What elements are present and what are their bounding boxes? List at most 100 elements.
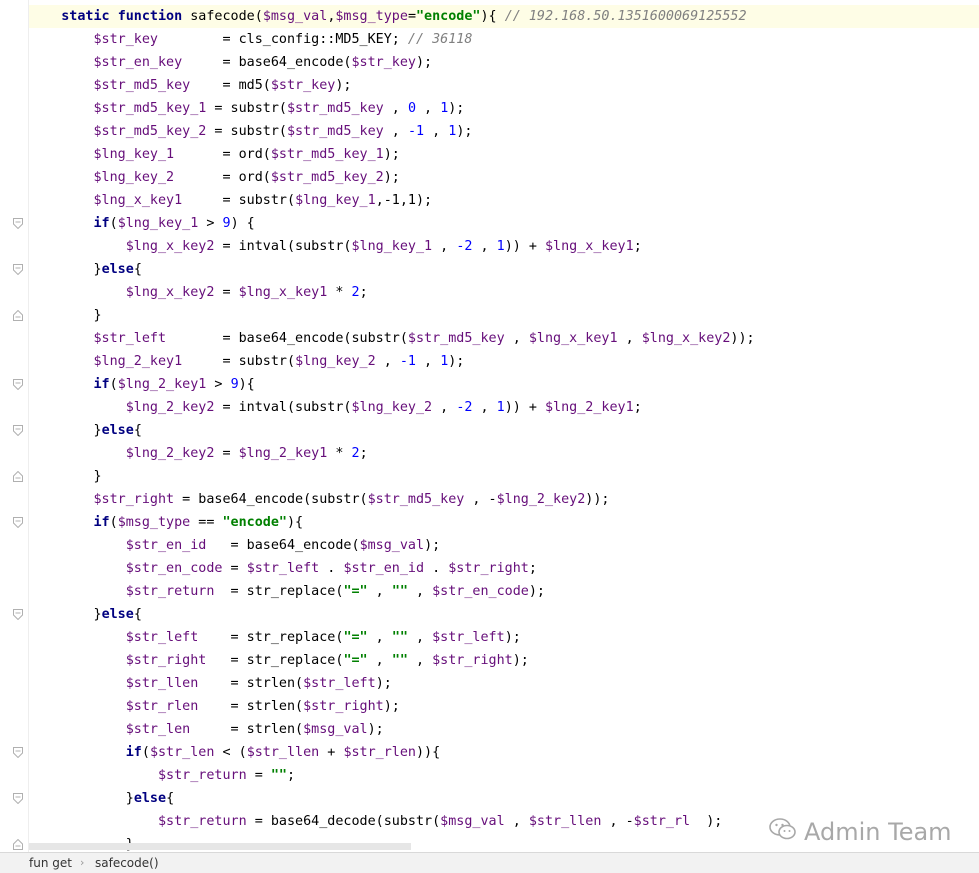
code-token: );: [367, 722, 384, 737]
code-token: = intval(substr(: [214, 239, 352, 254]
fold-open-icon[interactable]: [13, 218, 23, 229]
code-line[interactable]: $lng_x_key2 = $lng_x_key1 * 2;: [29, 281, 979, 304]
code-token: $str_md5_key: [367, 492, 465, 507]
code-token: );: [335, 78, 352, 93]
horizontal-scrollbar[interactable]: [29, 843, 411, 850]
code-area[interactable]: static function safecode($msg_val,$msg_t…: [29, 5, 979, 852]
code-line[interactable]: static function safecode($msg_val,$msg_t…: [29, 5, 979, 28]
code-token: $str_len: [149, 745, 215, 760]
fold-open-icon[interactable]: [13, 793, 23, 804]
code-line[interactable]: $lng_2_key2 = intval(substr($lng_key_2 ,…: [29, 396, 979, 419]
code-line[interactable]: $str_en_id = base64_encode($msg_val);: [29, 534, 979, 557]
code-line[interactable]: if($lng_2_key1 > 9){: [29, 373, 979, 396]
code-token: < (: [214, 745, 247, 760]
code-line[interactable]: }else{: [29, 419, 979, 442]
code-line[interactable]: $str_left = str_replace("=" , "" , $str_…: [29, 626, 979, 649]
code-token: $lng_x_key1: [528, 331, 618, 346]
code-line[interactable]: $str_llen = strlen($str_left);: [29, 672, 979, 695]
code-line[interactable]: if($str_len < ($str_llen + $str_rlen)){: [29, 741, 979, 764]
code-line[interactable]: $lng_x_key1 = substr($lng_key_1,-1,1);: [29, 189, 979, 212]
code-token: ,: [375, 354, 400, 369]
fold-open-icon[interactable]: [13, 425, 23, 436]
fold-open-icon[interactable]: [13, 379, 23, 390]
code-token: $lng_x_key1: [93, 193, 183, 208]
code-line[interactable]: $str_key = cls_config::MD5_KEY; // 36118: [29, 28, 979, 51]
code-token: $str_right: [448, 561, 529, 576]
fold-close-icon[interactable]: [13, 310, 23, 321]
code-token: $str_right: [93, 492, 175, 507]
code-token: = substr(: [182, 193, 296, 208]
code-line[interactable]: $lng_key_2 = ord($str_md5_key_2);: [29, 166, 979, 189]
code-token: }: [93, 469, 102, 484]
code-line[interactable]: $str_en_key = base64_encode($str_key);: [29, 51, 979, 74]
code-token: >: [206, 377, 231, 392]
code-token: ,-1,1);: [375, 193, 433, 208]
code-token: ){: [287, 515, 304, 530]
breadcrumb-item-safecode[interactable]: safecode(): [95, 853, 159, 873]
code-token: $str_llen: [528, 814, 602, 829]
code-line[interactable]: $str_return = str_replace("=" , "" , $st…: [29, 580, 979, 603]
code-line[interactable]: if($msg_type == "encode"){: [29, 511, 979, 534]
code-token: (: [109, 515, 118, 530]
code-line[interactable]: $str_md5_key_1 = substr($str_md5_key , 0…: [29, 97, 979, 120]
code-line[interactable]: }: [29, 465, 979, 488]
code-line[interactable]: $str_md5_key = md5($str_key);: [29, 74, 979, 97]
code-line[interactable]: }else{: [29, 787, 979, 810]
code-line[interactable]: }else{: [29, 258, 979, 281]
fold-open-icon[interactable]: [13, 517, 23, 528]
code-token: ;: [633, 400, 642, 415]
fold-close-icon[interactable]: [13, 839, 23, 850]
code-token: $str_return: [125, 584, 215, 599]
code-line[interactable]: $lng_x_key2 = intval(substr($lng_key_1 ,…: [29, 235, 979, 258]
code-token: // 36118: [407, 32, 473, 47]
code-token: safecode(: [182, 9, 263, 24]
code-token: .: [424, 561, 449, 576]
code-token: $msg_val: [262, 9, 328, 24]
code-line[interactable]: }else{: [29, 603, 979, 626]
code-line[interactable]: $lng_2_key2 = $lng_2_key1 * 2;: [29, 442, 979, 465]
editor-gutter[interactable]: [0, 0, 29, 852]
code-line[interactable]: $str_md5_key_2 = substr($str_md5_key , -…: [29, 120, 979, 143]
code-token: $str_key: [93, 32, 159, 47]
code-line[interactable]: $str_right = str_replace("=" , "" , $str…: [29, 649, 979, 672]
code-editor[interactable]: static function safecode($msg_val,$msg_t…: [0, 0, 979, 852]
code-token: >: [198, 216, 223, 231]
code-token: ;: [359, 285, 368, 300]
code-token: $lng_2_key1: [238, 446, 328, 461]
code-token: )) +: [504, 239, 545, 254]
code-token: "": [391, 584, 408, 599]
fold-open-icon[interactable]: [13, 747, 23, 758]
watermark-text: Admin Team: [804, 818, 952, 846]
code-line[interactable]: }: [29, 304, 979, 327]
code-token: $lng_key_1: [93, 147, 175, 162]
breadcrumb-item-fun-get[interactable]: fun get: [29, 853, 72, 873]
code-line[interactable]: $str_left = base64_encode(substr($str_md…: [29, 327, 979, 350]
fold-close-icon[interactable]: [13, 471, 23, 482]
code-token: ,: [407, 584, 433, 599]
code-token: = base64_encode(: [182, 55, 352, 70]
fold-open-icon[interactable]: [13, 264, 23, 275]
code-line[interactable]: $str_len = strlen($msg_val);: [29, 718, 979, 741]
code-token: ,: [407, 630, 433, 645]
code-line[interactable]: $str_rlen = strlen($str_right);: [29, 695, 979, 718]
code-line[interactable]: $lng_2_key1 = substr($lng_key_2 , -1 , 1…: [29, 350, 979, 373]
code-token: }: [125, 791, 134, 806]
code-token: = ord(: [174, 147, 271, 162]
fold-open-icon[interactable]: [13, 609, 23, 620]
code-line[interactable]: $str_right = base64_encode(substr($str_m…: [29, 488, 979, 511]
code-line[interactable]: if($lng_key_1 > 9) {: [29, 212, 979, 235]
code-token: $str_rlen: [125, 699, 199, 714]
code-line[interactable]: $str_en_code = $str_left . $str_en_id . …: [29, 557, 979, 580]
code-line[interactable]: $str_return = "";: [29, 764, 979, 787]
code-token: $lng_key_2: [295, 354, 376, 369]
code-token: else: [101, 607, 134, 622]
code-token: = substr(: [206, 124, 287, 139]
code-token: $str_len: [125, 722, 191, 737]
code-token: $str_right: [303, 699, 384, 714]
code-line[interactable]: $lng_key_1 = ord($str_md5_key_1);: [29, 143, 979, 166]
